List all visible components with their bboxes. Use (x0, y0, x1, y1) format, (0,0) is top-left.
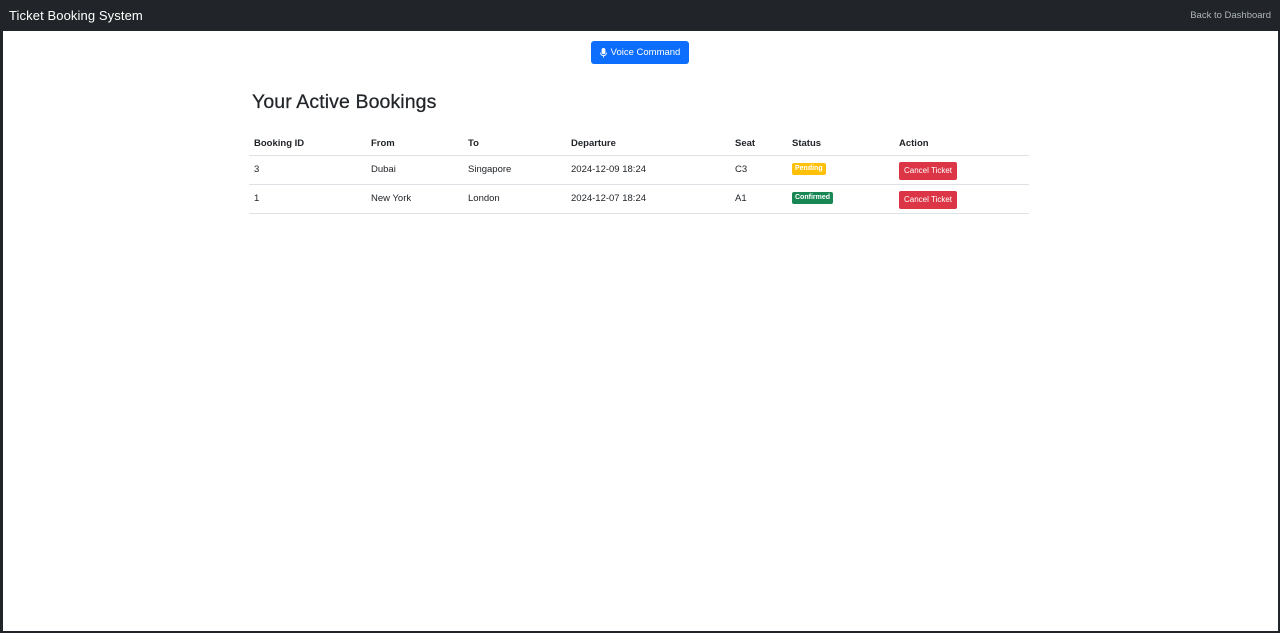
table-row: 1 New York London 2024-12-07 18:24 A1 Co… (249, 184, 1029, 214)
back-to-dashboard-link[interactable]: Back to Dashboard (1190, 10, 1271, 21)
status-badge: Pending (792, 163, 826, 175)
header-from: From (366, 128, 463, 156)
cancel-ticket-button[interactable]: Cancel Ticket (899, 161, 958, 180)
page-title: Your Active Bookings (252, 91, 437, 113)
navbar: Ticket Booking System Back to Dashboard (0, 0, 1280, 31)
status-badge: Confirmed (792, 192, 833, 204)
header-seat: Seat (730, 128, 787, 156)
to-cell: London (463, 184, 566, 214)
seat-cell: A1 (730, 184, 787, 214)
voice-command-button[interactable]: Voice Command (591, 41, 689, 64)
departure-cell: 2024-12-09 18:24 (566, 155, 730, 185)
microphone-icon (599, 47, 607, 58)
header-booking-id: Booking ID (249, 128, 366, 156)
status-cell: Confirmed (787, 184, 894, 214)
header-to: To (463, 128, 566, 156)
action-cell: Cancel Ticket (894, 155, 1029, 185)
voice-command-label: Voice Command (610, 47, 681, 58)
header-departure: Departure (566, 128, 730, 156)
from-cell: New York (366, 184, 463, 214)
status-cell: Pending (787, 155, 894, 185)
table-row: 3 Dubai Singapore 2024-12-09 18:24 C3 Pe… (249, 155, 1029, 185)
main-content: Voice Command Your Active Bookings (3, 31, 1278, 631)
from-cell: Dubai (366, 155, 463, 185)
cancel-ticket-button[interactable]: Cancel Ticket (899, 190, 958, 209)
app-title[interactable]: Ticket Booking System (9, 8, 143, 23)
header-status: Status (787, 128, 894, 156)
action-cell: Cancel Ticket (894, 184, 1029, 214)
to-cell: Singapore (463, 155, 566, 185)
bookings-table: Booking ID From To Departure Seat Status… (249, 128, 1029, 214)
booking-id-cell: 1 (249, 184, 366, 214)
header-action: Action (894, 128, 1029, 156)
table-header-row: Booking ID From To Departure Seat Status… (249, 128, 1029, 156)
seat-cell: C3 (730, 155, 787, 185)
booking-id-cell: 3 (249, 155, 366, 185)
departure-cell: 2024-12-07 18:24 (566, 184, 730, 214)
